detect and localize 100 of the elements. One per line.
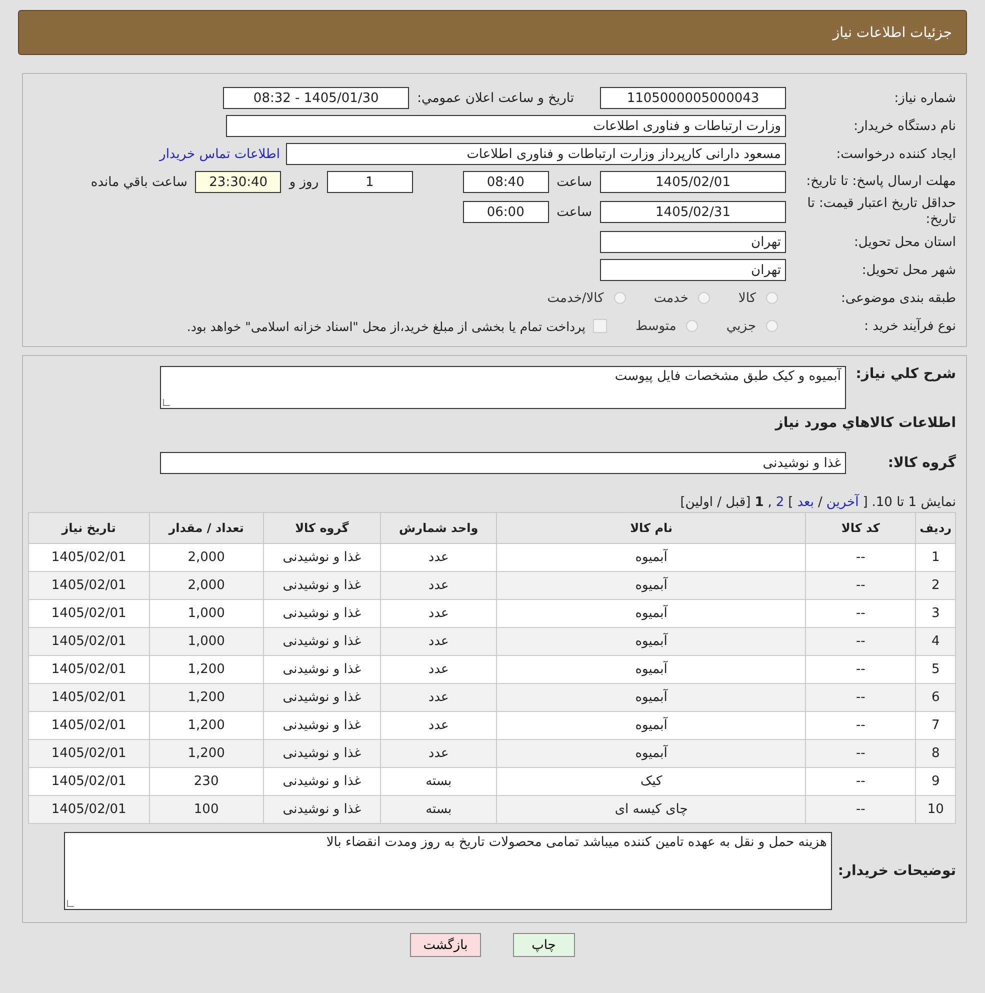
table-cell: -- xyxy=(806,572,916,600)
announce-date-field: 1405/01/30 - 08:32 xyxy=(223,87,410,109)
resize-grip-icon xyxy=(66,900,74,907)
pagination-text: ] xyxy=(788,495,794,510)
table-cell: 5 xyxy=(916,656,956,684)
pagination-text: / xyxy=(818,495,822,510)
table-cell: 1405/02/01 xyxy=(28,768,150,796)
table-cell: 8 xyxy=(916,740,956,768)
table-cell: 2,000 xyxy=(149,572,264,600)
table-cell: 230 xyxy=(149,768,264,796)
table-cell: -- xyxy=(806,684,916,712)
pagination-text: [ xyxy=(862,495,868,510)
column-header: تاريخ نياز xyxy=(28,512,150,544)
table-cell: -- xyxy=(806,796,916,824)
field-label: روز و xyxy=(288,174,320,190)
table-cell: بسته xyxy=(380,796,497,824)
time-field: 06:00 xyxy=(462,201,549,223)
table-cell: عدد xyxy=(380,712,497,740)
date-field: 1405/02/01 xyxy=(600,171,786,193)
field-label: شرح کلي نياز: xyxy=(854,365,956,384)
page-link[interactable]: بعد xyxy=(797,495,814,510)
table-cell: غذا و نوشیدنی xyxy=(264,684,380,712)
table-cell: 1405/02/01 xyxy=(28,628,150,656)
page-link[interactable]: آخرین xyxy=(826,495,859,510)
table-cell: 1405/02/01 xyxy=(28,684,150,712)
table-cell: 1,200 xyxy=(149,656,264,684)
table-cell: غذا و نوشیدنی xyxy=(264,712,380,740)
checkbox[interactable] xyxy=(593,319,608,333)
radio-option[interactable]: خدمت xyxy=(654,290,710,306)
column-header: تعداد / مقدار xyxy=(149,512,264,544)
table-cell: بسته xyxy=(380,768,497,796)
table-cell: -- xyxy=(806,628,916,656)
column-header: رديف xyxy=(916,512,956,544)
table-cell: -- xyxy=(806,740,916,768)
table-cell: غذا و نوشیدنی xyxy=(264,600,380,628)
column-header: کد کالا xyxy=(806,512,916,544)
current-page: 1 xyxy=(754,495,764,510)
radio-option[interactable]: جزيي xyxy=(726,318,778,334)
table-cell: 7 xyxy=(916,712,956,740)
table-cell: 1,000 xyxy=(149,628,264,656)
table-cell: 1 xyxy=(916,544,956,572)
table-cell: چای کیسه ای xyxy=(496,796,806,824)
table-cell: 100 xyxy=(149,796,264,824)
table-cell: آبمیوه xyxy=(496,544,806,572)
date-field: 1405/02/31 xyxy=(600,201,786,223)
table-cell: -- xyxy=(806,712,916,740)
description-textarea[interactable]: آبمیوه و کیک طبق مشخصات فایل پیوست xyxy=(160,366,846,409)
table-cell: غذا و نوشیدنی xyxy=(264,544,380,572)
buyer-field: وزارت ارتباطات و فناوری اطلاعات xyxy=(226,115,786,137)
print-button[interactable]: چاپ xyxy=(512,933,575,957)
field-label: نوع فرآيند خريد : xyxy=(863,318,956,334)
back-button[interactable]: بازگشت xyxy=(410,933,481,957)
table-cell: کیک xyxy=(496,768,806,796)
field-label: تاريخ و ساعت اعلان عمومي: xyxy=(416,90,575,106)
table-cell: 9 xyxy=(916,768,956,796)
field-label: ايجاد کننده درخواست: xyxy=(835,146,956,162)
table-cell: -- xyxy=(806,656,916,684)
radio-option[interactable]: کالا xyxy=(738,290,778,306)
table-cell: آبمیوه xyxy=(496,600,806,628)
radio-option[interactable]: کالا/خدمت xyxy=(547,290,626,306)
table-cell: 4 xyxy=(916,628,956,656)
page-title: جزئيات اطلاعات نياز xyxy=(832,24,952,40)
table-cell: 1,000 xyxy=(149,600,264,628)
table-cell: غذا و نوشیدنی xyxy=(264,796,380,824)
table-cell: 1,200 xyxy=(149,684,264,712)
field-label: ساعت xyxy=(556,204,593,220)
table-cell: 2 xyxy=(916,572,956,600)
field-label: گروه کالا: xyxy=(886,453,956,473)
column-header: نام کالا xyxy=(496,512,806,544)
days-field: 1 xyxy=(326,171,413,193)
field-label: استان محل تحويل: xyxy=(853,234,956,250)
remaining-time-field: 23:30:40 xyxy=(195,171,282,193)
table-cell: عدد xyxy=(380,684,497,712)
table-cell: -- xyxy=(806,768,916,796)
field-label: توضيحات خريدار: xyxy=(838,862,956,881)
table-cell: غذا و نوشیدنی xyxy=(264,628,380,656)
table-cell: 1405/02/01 xyxy=(28,656,150,684)
table-cell: عدد xyxy=(380,628,497,656)
table-cell: 1405/02/01 xyxy=(28,740,150,768)
table-cell: آبمیوه xyxy=(496,656,806,684)
field-label: شماره نياز: xyxy=(893,90,956,106)
need-number-field: 1105000005000043 xyxy=(600,87,786,109)
table-cell: آبمیوه xyxy=(496,740,806,768)
field-label: ساعت xyxy=(556,174,593,190)
table-cell: -- xyxy=(806,544,916,572)
field-label: نام دستگاه خريدار: xyxy=(852,118,956,134)
requester-field: مسعود دارانی کارپرداز وزارت ارتباطات و فناوری اطلاعات xyxy=(286,143,786,165)
province-field: تهران xyxy=(600,231,786,253)
table-cell: عدد xyxy=(380,656,497,684)
resize-grip-icon xyxy=(163,399,170,406)
table-cell: 3 xyxy=(916,600,956,628)
page-link[interactable]: 2 xyxy=(776,495,784,510)
table-cell: عدد xyxy=(380,740,497,768)
table-cell: 1405/02/01 xyxy=(28,796,150,824)
column-header: واحد شمارش xyxy=(380,512,497,544)
notes-textarea[interactable]: هزینه حمل و نقل به عهده تامین کننده میباشد تمامی محصولات تاریخ به روز ومدت انقضاء بالا xyxy=(64,832,832,910)
radio-option[interactable]: متوسط xyxy=(635,318,698,334)
contact-link[interactable]: اطلاعات تماس خريدار xyxy=(160,146,286,162)
pagination-text: نمایش 1 تا 10. xyxy=(872,495,956,510)
field-label: شهر محل تحويل: xyxy=(860,262,956,278)
